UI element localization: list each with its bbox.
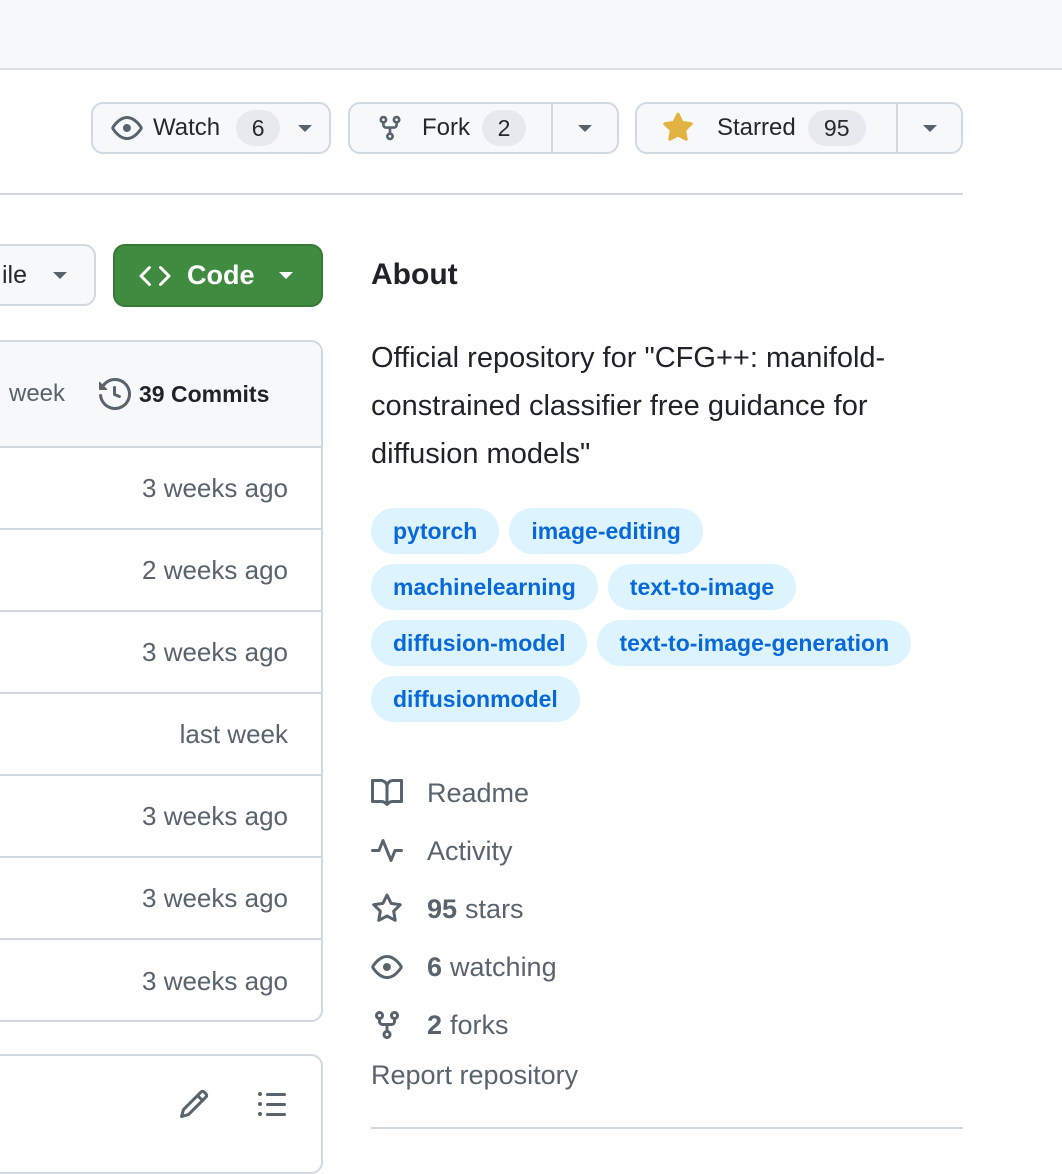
topic-tag[interactable]: diffusion-model <box>371 620 588 666</box>
add-file-label: ile <box>2 260 28 289</box>
commit-time: 3 weeks ago <box>142 965 288 996</box>
forks-link[interactable]: 2 forks <box>371 996 557 1054</box>
chevron-down-icon <box>298 124 313 132</box>
chevron-down-icon <box>578 124 592 132</box>
top-header-bar <box>0 0 1062 70</box>
commit-time: 3 weeks ago <box>142 636 288 667</box>
star-dropdown-button[interactable] <box>898 104 961 152</box>
commits-link[interactable]: 39 Commits <box>99 378 269 410</box>
file-list: week 39 Commits 3 weeks ago 2 weeks ago … <box>0 340 323 1022</box>
topic-tag[interactable]: image-editing <box>509 508 703 554</box>
watching-link[interactable]: 6 watching <box>371 938 557 996</box>
commit-time: 2 weeks ago <box>142 554 288 585</box>
watch-label: Watch <box>153 114 221 141</box>
star-button-group: Starred 95 <box>635 102 963 154</box>
readme-link[interactable]: Readme <box>371 764 557 822</box>
readme-label: Readme <box>427 777 530 808</box>
code-button[interactable]: Code <box>113 244 323 307</box>
pulse-icon <box>371 835 403 867</box>
commit-time: 3 weeks ago <box>142 882 288 913</box>
star-icon <box>371 893 403 925</box>
code-label: Code <box>187 260 255 290</box>
topic-tag[interactable]: pytorch <box>371 508 500 554</box>
topic-tag[interactable]: text-to-image-generation <box>597 620 912 666</box>
topic-tag[interactable]: machinelearning <box>371 564 598 610</box>
watching-count: 6 <box>427 951 443 982</box>
chevron-down-icon <box>278 272 293 279</box>
latest-commit-bar: week 39 Commits <box>0 342 321 448</box>
commit-time: 3 weeks ago <box>142 472 288 503</box>
report-repository-link[interactable]: Report repository <box>371 1060 578 1091</box>
topic-list: pytorch image-editing machinelearning te… <box>371 508 971 732</box>
activity-link[interactable]: Activity <box>371 822 557 880</box>
watching-label: watching <box>450 951 557 982</box>
code-icon <box>139 260 171 292</box>
stars-label: stars <box>465 893 524 924</box>
commits-label: 39 Commits <box>139 380 270 407</box>
list-icon[interactable] <box>256 1088 288 1120</box>
table-row[interactable]: 2 weeks ago <box>0 530 321 612</box>
starred-label: Starred <box>717 114 796 141</box>
divider <box>371 1127 963 1129</box>
table-row[interactable]: 3 weeks ago <box>0 612 321 694</box>
eye-icon <box>111 112 143 144</box>
star-fill-icon <box>661 112 695 144</box>
repo-meta-list: Readme Activity 95 stars 6 watching 2 fo… <box>371 764 557 1054</box>
history-icon <box>99 378 131 410</box>
table-row[interactable]: 3 weeks ago <box>0 858 321 940</box>
topic-tag[interactable]: text-to-image <box>607 564 797 610</box>
star-count: 95 <box>807 110 866 146</box>
fork-button[interactable]: Fork 2 <box>350 104 553 152</box>
repo-description: Official repository for "CFG++: manifold… <box>371 342 886 470</box>
commit-time: last week <box>179 718 288 749</box>
fork-icon <box>376 113 404 143</box>
fork-count: 2 <box>482 110 526 146</box>
stars-count: 95 <box>427 893 458 924</box>
fork-dropdown-button[interactable] <box>553 104 617 152</box>
watch-count: 6 <box>236 110 281 146</box>
fork-label: Fork <box>422 114 470 141</box>
activity-label: Activity <box>427 835 513 866</box>
divider <box>0 193 963 195</box>
stars-link[interactable]: 95 stars <box>371 880 557 938</box>
pencil-icon[interactable] <box>178 1088 210 1120</box>
table-row[interactable]: last week <box>0 694 321 776</box>
chevron-down-icon <box>922 124 937 132</box>
add-file-button[interactable]: ile <box>0 244 96 306</box>
chevron-down-icon <box>53 271 68 279</box>
watch-button[interactable]: Watch 6 <box>91 102 331 154</box>
topic-tag[interactable]: diffusionmodel <box>371 676 580 722</box>
about-heading: About <box>371 258 458 291</box>
table-row[interactable]: 3 weeks ago <box>0 448 321 530</box>
forks-count: 2 <box>427 1009 443 1040</box>
latest-commit-time: week <box>9 380 66 407</box>
readme-panel <box>0 1054 323 1174</box>
commit-time: 3 weeks ago <box>142 800 288 831</box>
table-row[interactable]: 3 weeks ago <box>0 940 321 1020</box>
eye-icon <box>371 951 403 983</box>
book-icon <box>371 777 403 809</box>
fork-icon <box>371 1009 403 1041</box>
forks-label: forks <box>450 1009 509 1040</box>
starred-button[interactable]: Starred 95 <box>637 104 898 152</box>
fork-button-group: Fork 2 <box>348 102 619 154</box>
table-row[interactable]: 3 weeks ago <box>0 776 321 858</box>
